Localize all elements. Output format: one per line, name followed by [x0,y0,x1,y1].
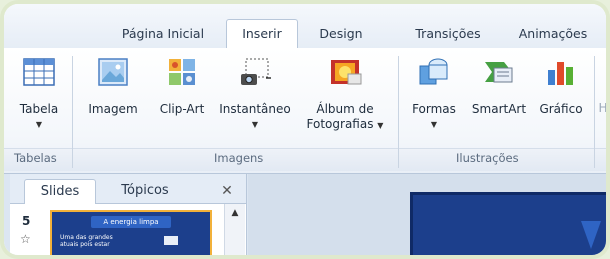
slides-panel: Slides Tópicos ✕ 5 ☆ A energia limpa Uma… [10,174,247,255]
chevron-down-icon: ▼ [35,120,43,129]
slide-thumbnail[interactable]: A energia limpa Uma das grandes atuais p… [50,210,212,255]
close-panel-button[interactable]: ✕ [214,179,240,203]
scroll-up-icon[interactable]: ▲ [225,208,245,218]
app-window: Página Inicial Inserir Design Transições… [4,4,606,255]
workspace: Slides Tópicos ✕ 5 ☆ A energia limpa Uma… [4,174,606,255]
ribbon-tab-bar: Página Inicial Inserir Design Transições… [4,4,606,49]
slide-decoration-shape [581,221,601,249]
tab-slides[interactable]: Slides [24,179,96,204]
picture-button[interactable]: Imagem [82,56,144,117]
smartart-button[interactable]: SmartArt [466,56,532,117]
shapes-label: Formas [412,102,456,116]
clipart-label: Clip-Art [159,102,205,116]
screenshot-button[interactable]: Instantâneo ▼ [212,56,298,132]
chevron-down-icon: ▼ [430,120,438,129]
current-slide[interactable] [410,192,606,255]
smartart-icon [485,62,513,83]
group-tabelas-label: Tabelas [14,151,57,165]
table-label: Tabela [19,102,59,116]
clipart-icon [169,59,195,85]
screenshot-icon [241,58,271,85]
group-ilustracoes-label: Ilustrações [456,151,519,165]
tab-topicos[interactable]: Tópicos [102,179,188,203]
shapes-icon [419,58,448,85]
bar-chart-icon [548,62,573,85]
screenshot-label: Instantâneo [219,102,291,116]
separator [594,56,595,168]
slide-thumbnail-text: Uma das grandes atuais pois estar [60,234,113,248]
chart-button[interactable]: Gráfico [532,56,590,117]
tab-inserir[interactable]: Inserir [226,19,298,49]
picture-label: Imagem [88,102,138,116]
photo-album-icon [331,60,362,85]
slide-thumbnail-title: A energia limpa [91,216,171,228]
separator [398,56,399,168]
photo-album-label-2: Fotografias ▼ [306,117,384,131]
chevron-down-icon: ▼ [251,120,259,129]
ribbon-insert: Tabela ▼ Tabelas Imagem Clip-Art Instant… [4,48,606,174]
slide-number: 5 [22,214,31,228]
photo-album-label-1: Álbum de [316,102,374,116]
tab-animacoes[interactable]: Animações [508,20,598,48]
separator [72,56,73,168]
table-button[interactable]: Tabela ▼ [14,56,64,132]
shapes-button[interactable]: Formas ▼ [406,56,462,132]
slide-thumbnail-image [164,236,178,245]
chart-label: Gráfico [539,102,583,116]
smartart-label: SmartArt [471,102,527,116]
star-icon: ☆ [20,232,31,246]
group-imagens-label: Imagens [214,151,264,165]
picture-icon [98,58,128,86]
photo-album-button[interactable]: Álbum de Fotografias ▼ [304,56,386,133]
scrollbar[interactable]: ▲ [224,204,245,255]
tab-design[interactable]: Design [300,20,382,48]
truncated-button[interactable]: H [598,101,606,116]
slide-editing-area [248,174,606,255]
tab-pagina-inicial[interactable]: Página Inicial [104,20,222,48]
tab-transicoes[interactable]: Transições [402,20,494,48]
clipart-button[interactable]: Clip-Art [154,56,210,117]
table-icon [23,58,55,86]
